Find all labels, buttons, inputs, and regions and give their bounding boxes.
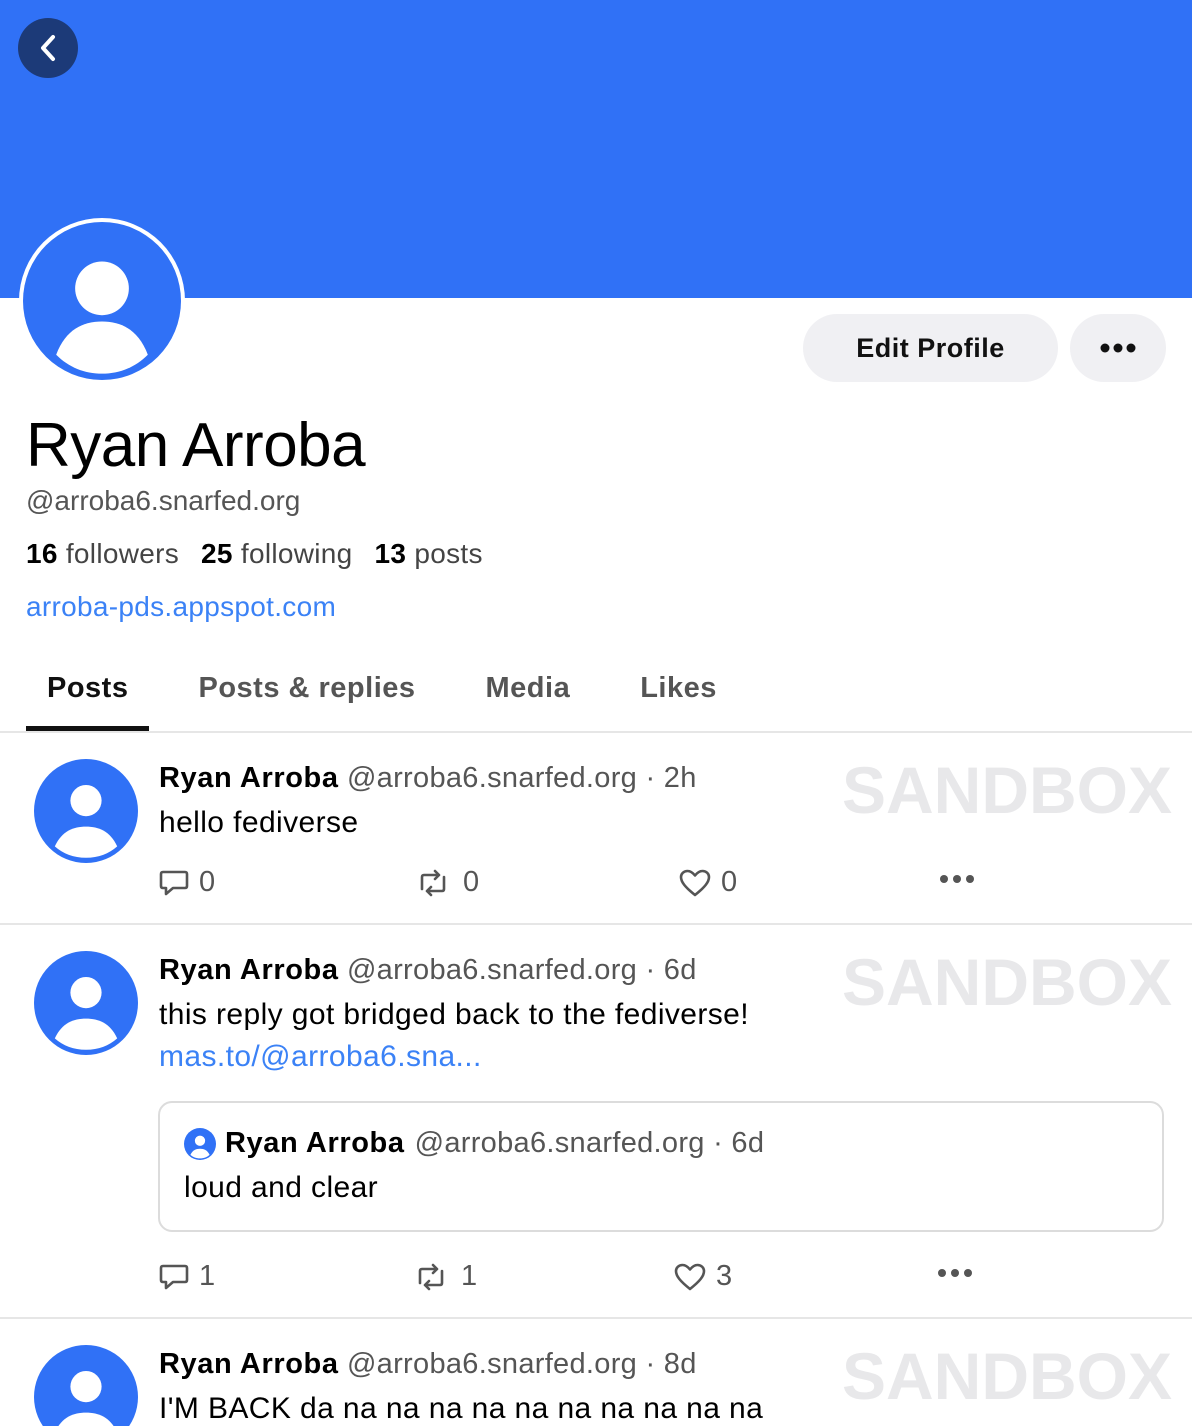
like-count: 0	[721, 866, 738, 898]
reply-count: 0	[199, 866, 216, 898]
post-avatar[interactable]	[34, 951, 138, 1055]
quoted-post[interactable]: Ryan Arroba @arroba6.snarfed.org · 6d lo…	[158, 1101, 1164, 1232]
post-author-name[interactable]: Ryan Arroba	[159, 1348, 339, 1380]
posts-stat: 13 posts	[375, 538, 483, 570]
post-header: Ryan Arroba @arroba6.snarfed.org · 2h	[159, 762, 697, 795]
post-actions: 0 0 0	[159, 866, 989, 898]
sandbox-watermark: SANDBOX	[842, 753, 1173, 827]
edit-profile-button[interactable]: Edit Profile	[803, 314, 1058, 382]
reply-button[interactable]: 1	[159, 1260, 215, 1293]
sandbox-watermark: SANDBOX	[842, 1339, 1173, 1413]
profile-stats: 16 followers 25 following 13 posts	[26, 538, 483, 570]
tab-likes[interactable]: Likes	[619, 645, 738, 731]
heart-icon	[679, 869, 711, 896]
comment-icon	[159, 870, 189, 895]
default-avatar-icon	[34, 1345, 138, 1426]
post-actions: 1 1 3	[159, 1260, 989, 1292]
following-stat[interactable]: 25 following	[201, 538, 353, 570]
profile-avatar[interactable]	[19, 218, 185, 384]
profile-website-link[interactable]: arroba-pds.appspot.com	[26, 591, 336, 623]
like-button[interactable]: 3	[674, 1260, 732, 1293]
post-avatar[interactable]	[34, 1345, 138, 1426]
post-link[interactable]: mas.to/@arroba6.sna...	[159, 1040, 482, 1074]
profile-more-button[interactable]	[1070, 314, 1166, 382]
back-button[interactable]	[18, 18, 78, 78]
followers-stat[interactable]: 16 followers	[26, 538, 179, 570]
repost-icon	[418, 1263, 444, 1290]
followers-label: followers	[65, 538, 180, 569]
post-meta: @arroba6.snarfed.org · 2h	[346, 762, 697, 794]
ellipsis-icon	[1100, 343, 1136, 353]
quoted-post-meta: @arroba6.snarfed.org · 6d	[414, 1127, 765, 1159]
post-text: this reply got bridged back to the fediv…	[159, 998, 749, 1031]
profile-tabs: Posts Posts & replies Media Likes	[26, 645, 766, 731]
profile-handle: @arroba6.snarfed.org	[26, 485, 301, 516]
post-text: I'M BACK da na na na na na na na na na n…	[159, 1392, 764, 1425]
divider	[0, 923, 1192, 925]
post-meta: @arroba6.snarfed.org · 8d	[346, 1348, 697, 1380]
repost-button[interactable]: 1	[411, 1260, 477, 1293]
post-avatar[interactable]	[34, 759, 138, 863]
repost-icon	[420, 869, 446, 896]
post-author-name[interactable]: Ryan Arroba	[159, 762, 339, 794]
chevron-left-icon	[41, 35, 55, 61]
tab-media[interactable]: Media	[465, 645, 592, 731]
following-count: 25	[201, 538, 233, 569]
repost-count: 1	[461, 1260, 478, 1292]
divider	[0, 1317, 1192, 1319]
sandbox-watermark: SANDBOX	[842, 945, 1173, 1019]
heart-icon	[674, 1263, 706, 1290]
default-avatar-icon	[184, 1127, 216, 1160]
quoted-post-text: loud and clear	[184, 1171, 379, 1204]
following-label: following	[240, 538, 353, 569]
post-more-button[interactable]	[937, 1268, 973, 1278]
like-button[interactable]: 0	[679, 866, 737, 899]
reply-count: 1	[199, 1260, 216, 1292]
comment-icon	[159, 1264, 189, 1289]
default-avatar-icon	[34, 951, 138, 1055]
divider	[0, 731, 1192, 733]
ellipsis-icon	[938, 1269, 972, 1277]
post-header: Ryan Arroba @arroba6.snarfed.org · 6d	[159, 954, 697, 987]
post-meta: @arroba6.snarfed.org · 6d	[346, 954, 697, 986]
tab-posts[interactable]: Posts	[26, 645, 150, 731]
reply-button[interactable]: 0	[159, 866, 215, 899]
like-count: 3	[716, 1260, 733, 1292]
quoted-author-name: Ryan Arroba	[225, 1127, 405, 1159]
post-header: Ryan Arroba @arroba6.snarfed.org · 8d	[159, 1348, 697, 1381]
post-text: hello fediverse	[159, 806, 359, 839]
post-more-button[interactable]	[939, 874, 975, 884]
tab-posts-and-replies[interactable]: Posts & replies	[177, 645, 436, 731]
profile-display-name: Ryan Arroba	[26, 411, 366, 480]
post-author-name[interactable]: Ryan Arroba	[159, 954, 339, 986]
followers-count: 16	[26, 538, 58, 569]
repost-button[interactable]: 0	[413, 866, 479, 899]
posts-count: 13	[374, 538, 407, 569]
quoted-post-header: Ryan Arroba @arroba6.snarfed.org · 6d	[184, 1127, 764, 1160]
posts-label: posts	[414, 538, 483, 569]
repost-count: 0	[463, 866, 480, 898]
default-avatar-icon	[34, 759, 138, 863]
ellipsis-icon	[940, 875, 974, 883]
default-avatar-icon	[23, 222, 181, 380]
